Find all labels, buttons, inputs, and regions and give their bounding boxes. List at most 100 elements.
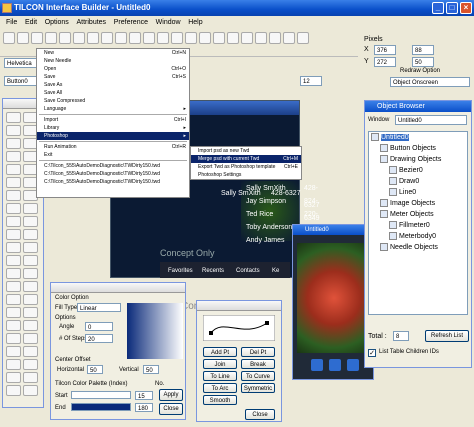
tool-icon[interactable]	[6, 164, 21, 175]
list-children-checkbox[interactable]: ✓	[368, 349, 376, 357]
file-menu-item[interactable]: Exit	[37, 151, 189, 159]
tree-item[interactable]: Meter Objects	[369, 209, 467, 220]
tool-icon[interactable]	[6, 268, 21, 279]
file-menu-item[interactable]: Save As	[37, 81, 189, 89]
x-field[interactable]: 376	[374, 45, 396, 55]
front-icon[interactable]	[241, 32, 253, 44]
tool-icon[interactable]	[23, 242, 38, 253]
tab-favorites[interactable]: Favorites	[168, 268, 193, 274]
draw-tool-button[interactable]: Smooth	[203, 395, 237, 405]
photoshop-menu-item[interactable]: Photoshop Settings	[191, 171, 301, 179]
tool-icon[interactable]	[6, 229, 21, 240]
tree-item[interactable]: Meterbody0	[369, 231, 467, 242]
color-icon[interactable]	[213, 32, 225, 44]
tree-item[interactable]: Untitled0	[369, 132, 467, 143]
ungroup-icon[interactable]	[283, 32, 295, 44]
redraw-select[interactable]: Object Onscreen	[390, 77, 470, 87]
menu-help[interactable]: Help	[188, 19, 202, 26]
tool-icon[interactable]	[6, 242, 21, 253]
paste-icon[interactable]	[73, 32, 85, 44]
group-icon[interactable]	[269, 32, 281, 44]
tool-icon[interactable]	[23, 359, 38, 370]
maximize-button[interactable]: □	[446, 2, 458, 14]
layer-icon[interactable]	[227, 32, 239, 44]
new-icon[interactable]	[3, 32, 15, 44]
horizontal-field[interactable]: 50	[87, 365, 103, 374]
tool-icon[interactable]	[6, 255, 21, 266]
tool-icon[interactable]	[23, 346, 38, 357]
mail-icon[interactable]	[329, 359, 341, 371]
tool-icon[interactable]	[6, 346, 21, 357]
copy-icon[interactable]	[59, 32, 71, 44]
underline-icon[interactable]	[199, 32, 211, 44]
grid-icon[interactable]	[129, 32, 141, 44]
bold-icon[interactable]	[171, 32, 183, 44]
file-menu-item[interactable]: Save All	[37, 89, 189, 97]
draw-tool-button[interactable]: To Curve	[241, 371, 275, 381]
draw-tool-button[interactable]: To Line	[203, 371, 237, 381]
refresh-list-button[interactable]: Refresh List	[425, 330, 469, 342]
tool-icon[interactable]	[23, 281, 38, 292]
tool-icon[interactable]	[23, 203, 38, 214]
tool-icon[interactable]	[6, 112, 21, 123]
tool-icon[interactable]	[23, 333, 38, 344]
tool-icon[interactable]	[23, 320, 38, 331]
tool-icon[interactable]	[6, 372, 21, 383]
end-field[interactable]: 180	[135, 403, 153, 412]
tab-recents[interactable]: Recents	[202, 268, 224, 274]
tree-item[interactable]: Needle Objects	[369, 242, 467, 253]
steps-field[interactable]: 20	[85, 334, 113, 343]
save-icon[interactable]	[31, 32, 43, 44]
tool-icon[interactable]	[23, 229, 38, 240]
tool-icon[interactable]	[23, 268, 38, 279]
tool-icon[interactable]	[6, 177, 21, 188]
run-icon[interactable]	[157, 32, 169, 44]
file-menu-item[interactable]: Save Compressed	[37, 97, 189, 105]
tree-item[interactable]: Drawing Objects	[369, 154, 467, 165]
tree-item[interactable]: Line0	[369, 187, 467, 198]
file-menu-item[interactable]: C:\Tilcon_555\AutoDemoDiagnostic\TWDirty…	[37, 170, 189, 178]
fill-type-select[interactable]: Linear	[77, 303, 121, 312]
zoom-icon[interactable]	[143, 32, 155, 44]
angle-field[interactable]: 0	[85, 322, 113, 331]
tool-icon[interactable]	[23, 255, 38, 266]
tool-icon[interactable]	[6, 359, 21, 370]
tool-icon[interactable]	[6, 151, 21, 162]
back-icon[interactable]	[255, 32, 267, 44]
draw-tool-button[interactable]: Join	[203, 359, 237, 369]
draw-close-button[interactable]: Close	[245, 409, 275, 420]
tree-item[interactable]: Fillmeter0	[369, 220, 467, 231]
draw-tool-button[interactable]: Symmetric	[241, 383, 275, 393]
cut-icon[interactable]	[45, 32, 57, 44]
tool-icon[interactable]	[6, 307, 21, 318]
tool-icon[interactable]	[6, 125, 21, 136]
tool-icon[interactable]	[6, 190, 21, 201]
tool-icon[interactable]	[6, 294, 21, 305]
tool-icon[interactable]	[6, 216, 21, 227]
photoshop-menu-item[interactable]: Export Twd as Photoshop template Ctrl+E	[191, 163, 301, 171]
minimize-button[interactable]: _	[432, 2, 444, 14]
tree-item[interactable]: Button Objects	[369, 143, 467, 154]
menu-edit[interactable]: Edit	[25, 19, 37, 26]
height-field[interactable]: 50	[412, 57, 434, 67]
file-menu-item[interactable]: C:\Tilcon_555\AutoDemoDiagnostic\TWDirty…	[37, 178, 189, 186]
photoshop-menu-item[interactable]: Merge psd with current Twd Ctrl+M	[191, 155, 301, 163]
font-size-field[interactable]: 12	[300, 76, 322, 86]
menu-preference[interactable]: Preference	[114, 19, 148, 26]
menu-window[interactable]: Window	[156, 19, 181, 26]
draw-tool-button[interactable]: To Arc	[203, 383, 237, 393]
draw-tool-button[interactable]: Break	[241, 359, 275, 369]
undo-icon[interactable]	[87, 32, 99, 44]
tree-item[interactable]: Draw0	[369, 176, 467, 187]
media-icon[interactable]	[311, 359, 323, 371]
apply-button[interactable]: Apply	[159, 389, 183, 401]
menu-options[interactable]: Options	[45, 19, 69, 26]
y-field[interactable]: 272	[374, 57, 396, 67]
window-select[interactable]: Untitled0	[395, 115, 467, 125]
tool-icon[interactable]	[6, 385, 21, 396]
menu-attributes[interactable]: Attributes	[76, 19, 106, 26]
web-icon[interactable]	[347, 359, 359, 371]
width-field[interactable]: 88	[412, 45, 434, 55]
tool-icon[interactable]	[23, 385, 38, 396]
start-field[interactable]: 15	[135, 391, 153, 400]
